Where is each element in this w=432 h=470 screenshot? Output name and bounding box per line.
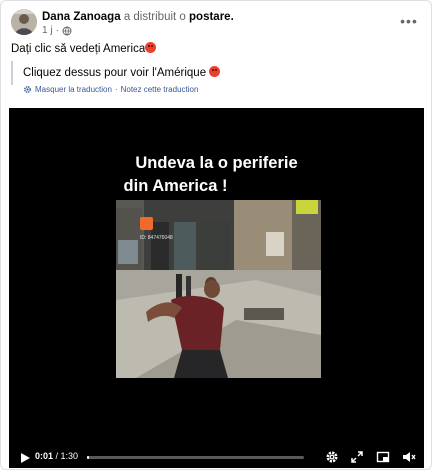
fullscreen-icon xyxy=(351,451,363,463)
angry-face-emoji-icon xyxy=(209,66,221,77)
time-separator: / xyxy=(53,451,61,461)
play-button[interactable] xyxy=(19,451,31,463)
angry-face-emoji-icon xyxy=(145,42,157,53)
avatar[interactable] xyxy=(11,9,37,35)
translation-link-separator: · xyxy=(114,85,118,94)
settings-button[interactable] xyxy=(325,450,339,464)
picture-in-picture-button[interactable] xyxy=(376,450,390,464)
translation-links: Masquer la traduction · Notez cette trad… xyxy=(23,85,198,94)
video-time: 0:01 / 1:30 xyxy=(35,451,78,461)
video-caption: Undeva la o periferie din America ! xyxy=(9,152,424,198)
translated-text-content: Cliquez dessus pour voir l'Amérique xyxy=(23,67,207,79)
watermark-logo xyxy=(140,217,153,230)
post-text-content: Dați clic să vedeți America xyxy=(11,43,146,55)
translation-settings-icon[interactable] xyxy=(23,85,32,94)
play-icon xyxy=(21,453,30,463)
video-caption-line-2: din America ! xyxy=(123,177,228,195)
translation-block: Cliquez dessus pour voir l'Amérique Masq… xyxy=(11,61,423,103)
more-options-button[interactable]: ••• xyxy=(399,11,419,31)
current-time: 0:01 xyxy=(35,451,54,461)
post-timestamp[interactable]: 1 j xyxy=(42,25,53,36)
rate-translation-link[interactable]: Notez cette traduction xyxy=(121,85,199,94)
video-frame[interactable]: ID: 847476048 xyxy=(116,200,321,378)
video-controls: 0:01 / 1:30 xyxy=(9,446,424,468)
progress-bar[interactable] xyxy=(87,456,304,459)
shared-post: Dana Zanoaga a distribuit o postare. 1 j… xyxy=(0,0,432,470)
more-options-icon: ••• xyxy=(400,13,418,29)
video-player[interactable]: Undeva la o periferie din America ! ID: … xyxy=(9,108,424,468)
post-text: Dați clic să vedeți America xyxy=(11,42,157,56)
video-caption-line-1: Undeva la o periferie xyxy=(135,154,298,172)
post-meta: 1 j · xyxy=(42,25,72,36)
volume-muted-icon xyxy=(403,452,416,462)
picture-in-picture-icon xyxy=(376,451,390,463)
shared-post-link[interactable]: postare. xyxy=(189,11,234,23)
hide-translation-link[interactable]: Masquer la traduction xyxy=(35,85,112,94)
volume-button[interactable] xyxy=(402,450,416,464)
share-action-text: a distribuit o xyxy=(123,11,186,23)
fullscreen-button[interactable] xyxy=(350,450,364,464)
translation-quote-bar xyxy=(11,61,13,85)
progress-fill xyxy=(87,456,90,459)
translated-text: Cliquez dessus pour voir l'Amérique xyxy=(23,66,221,79)
author-name[interactable]: Dana Zanoaga xyxy=(42,11,121,23)
settings-icon xyxy=(326,451,338,463)
author-line: Dana Zanoaga a distribuit o postare. xyxy=(42,10,234,24)
globe-icon xyxy=(62,26,72,36)
meta-separator: · xyxy=(55,25,59,36)
clip-id-watermark: ID: 847476048 xyxy=(140,235,173,241)
total-time: 1:30 xyxy=(60,451,79,461)
post-header: Dana Zanoaga a distribuit o postare. 1 j… xyxy=(11,9,423,41)
